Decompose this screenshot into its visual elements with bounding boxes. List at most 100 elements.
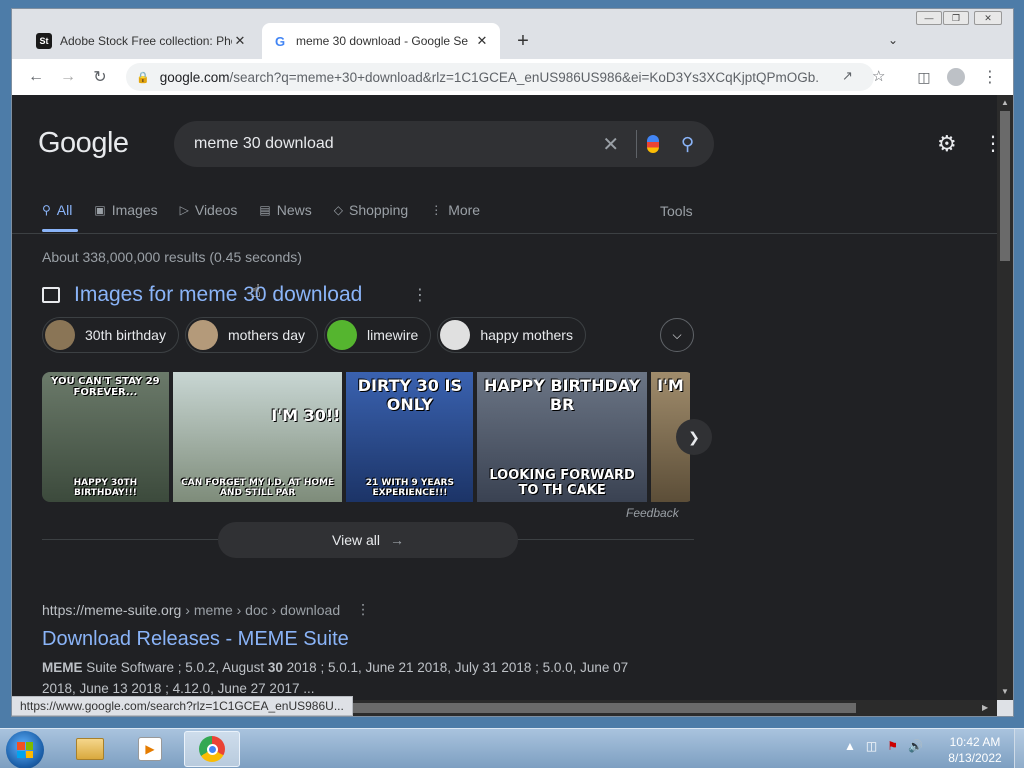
vertical-scrollbar[interactable]: ▲ ▼ (997, 95, 1013, 700)
tab-close-icon[interactable]: ✕ (232, 33, 248, 49)
tab-label: Images (111, 202, 158, 218)
system-tray: ▲ ◫ ⚑ 🔊 (844, 739, 923, 753)
images-heading-link[interactable]: Images for meme 30 download (74, 283, 362, 307)
tab-shopping[interactable]: ◇ Shopping (334, 195, 408, 225)
google-logo[interactable]: Google (38, 127, 129, 160)
clock-time: 10:42 AM (949, 735, 1001, 749)
tab-videos[interactable]: ▷ Videos (180, 195, 238, 225)
result-cite[interactable]: https://meme-suite.org › meme › doc › do… (42, 601, 662, 618)
system-clock[interactable]: 10:42 AM 8/13/2022 (940, 734, 1010, 766)
scrollbar-thumb[interactable] (1000, 111, 1010, 261)
chip-mothers-day[interactable]: mothers day (184, 317, 318, 353)
reload-icon[interactable]: ↻ (90, 67, 110, 87)
more-dots-icon: ⋮ (430, 203, 443, 217)
network-icon[interactable]: ◫ (866, 739, 877, 753)
chrome-menu-icon[interactable]: ⋮ (980, 67, 1000, 87)
show-hidden-icons-icon[interactable]: ▲ (844, 739, 856, 753)
expand-chips-chevron-icon[interactable]: ⌵ (660, 318, 694, 352)
image-result[interactable]: I'M 30!! CAN FORGET MY I.D. AT HOME AND … (172, 372, 343, 502)
tab-label: Videos (194, 202, 238, 218)
chip-limewire[interactable]: limewire (324, 317, 432, 353)
result-snippet: MEME Suite Software ; 5.0.2, August 30 2… (42, 657, 662, 699)
action-center-flag-icon[interactable]: ⚑ (887, 739, 898, 753)
result-options-icon[interactable]: ⋮ (356, 601, 370, 618)
chip-label: mothers day (227, 327, 305, 343)
desktop: St Adobe Stock Free collection: Pho ✕ G … (0, 0, 1024, 768)
next-images-chevron-icon[interactable]: ❯ (676, 419, 712, 455)
address-url[interactable]: google.com/search?q=meme+30+download&rlz… (160, 70, 820, 85)
tab-google-search[interactable]: G meme 30 download - Google Se ✕ (262, 23, 500, 59)
scroll-right-arrow-icon[interactable]: ▶ (982, 703, 988, 712)
arrow-right-icon: → (390, 532, 404, 548)
scroll-down-arrow-icon[interactable]: ▼ (1001, 687, 1009, 696)
show-desktop-button[interactable] (1014, 729, 1024, 768)
back-arrow-icon[interactable]: ← (26, 67, 46, 87)
result-title-link[interactable]: Download Releases - MEME Suite (42, 628, 662, 651)
result-path: › meme › doc › download (185, 601, 341, 618)
search-divider (635, 130, 637, 158)
profile-avatar-icon[interactable] (946, 67, 966, 87)
nav-divider (12, 233, 997, 234)
tab-more[interactable]: ⋮ More (430, 195, 480, 225)
tab-close-icon[interactable]: ✕ (474, 33, 490, 49)
tab-adobe-stock[interactable]: St Adobe Stock Free collection: Pho ✕ (26, 23, 258, 59)
search-input[interactable]: meme 30 download (194, 135, 596, 153)
tools-button[interactable]: Tools (660, 203, 693, 219)
window-close-button[interactable]: ✕ (974, 11, 1002, 25)
search-box[interactable]: meme 30 download ✕ ⚲ (174, 121, 714, 167)
tab-all[interactable]: ⚲ All (42, 195, 72, 225)
lock-icon: 🔒 (136, 71, 150, 84)
google-apps-menu-icon[interactable]: ⋮ (983, 131, 997, 156)
browser-toolbar: ← → ↻ 🔒 google.com/search?q=meme+30+down… (12, 59, 1013, 95)
url-host: google.com (159, 69, 230, 85)
tab-search-chevron-icon[interactable]: ⌄ (888, 33, 898, 47)
images-more-options-icon[interactable]: ⋮ (412, 285, 428, 305)
meme-caption-top: DIRTY 30 IS ONLY (357, 376, 462, 414)
chip-label: 30th birthday (85, 327, 166, 343)
volume-icon[interactable]: 🔊 (908, 739, 923, 753)
adobe-stock-favicon-icon: St (36, 33, 52, 49)
start-button[interactable] (6, 731, 44, 768)
feedback-link[interactable]: Feedback (626, 506, 679, 520)
image-result[interactable]: HAPPY BIRTHDAY BR LOOKING FORWARD TO TH … (477, 372, 647, 502)
share-icon[interactable]: ↗ (842, 68, 853, 84)
meme-caption-top: I'M (657, 376, 684, 395)
meme-caption-bottom: HAPPY 30TH BIRTHDAY!!! (73, 478, 138, 498)
new-tab-button[interactable]: + (512, 30, 534, 53)
search-submit-icon[interactable]: ⚲ (681, 134, 694, 155)
chip-30th-birthday[interactable]: 30th birthday (42, 317, 179, 353)
tab-label: News (276, 202, 312, 218)
restore-button[interactable]: ❐ (943, 11, 969, 25)
news-icon: ▤ (259, 203, 271, 217)
images-section-heading[interactable]: Images for meme 30 download (42, 283, 362, 307)
image-results-strip: YOU CAN'T STAY 29 FOREVER... HAPPY 30TH … (42, 372, 694, 502)
taskbar-media-player[interactable]: ▶ (122, 731, 178, 767)
scrollbar-thumb[interactable] (342, 703, 856, 713)
minimize-button[interactable]: — (916, 11, 942, 25)
meme-caption-bottom: LOOKING FORWARD TO TH CAKE (489, 468, 635, 498)
clock-date: 8/13/2022 (948, 751, 1002, 765)
side-panel-icon[interactable]: ◫ (914, 67, 934, 87)
view-all-label: View all (332, 532, 380, 548)
image-result[interactable]: DIRTY 30 IS ONLY 21 WITH 9 YEARS EXPERIE… (346, 372, 474, 502)
search-nav-tabs: ⚲ All ▣ Images ▷ Videos ▤ News ◇ Shopping ⋮ Mo… (42, 195, 502, 225)
tab-images[interactable]: ▣ Images (94, 195, 157, 225)
view-all-button[interactable]: View all → (218, 522, 518, 558)
tab-title: meme 30 download - Google Se (296, 34, 469, 48)
chip-thumbnail (327, 320, 357, 350)
tab-news[interactable]: ▤ News (259, 195, 311, 225)
scroll-up-arrow-icon[interactable]: ▲ (1001, 98, 1009, 107)
bookmark-star-icon[interactable]: ☆ (872, 67, 885, 85)
settings-gear-icon[interactable]: ⚙ (937, 131, 957, 157)
chip-happy-mothers[interactable]: happy mothers (437, 317, 586, 353)
address-bar[interactable]: 🔒 google.com/search?q=meme+30+download&r… (126, 63, 885, 91)
taskbar-explorer[interactable] (62, 731, 118, 767)
search-icon: ⚲ (42, 203, 51, 217)
chip-label: happy mothers (480, 327, 573, 343)
image-result[interactable]: YOU CAN'T STAY 29 FOREVER... HAPPY 30TH … (42, 372, 169, 502)
voice-search-mic-icon[interactable] (646, 135, 659, 153)
forward-arrow-icon[interactable]: → (58, 67, 78, 87)
clear-search-icon[interactable]: ✕ (596, 132, 626, 157)
taskbar-chrome[interactable] (184, 731, 240, 767)
tab-label: All (56, 202, 73, 218)
